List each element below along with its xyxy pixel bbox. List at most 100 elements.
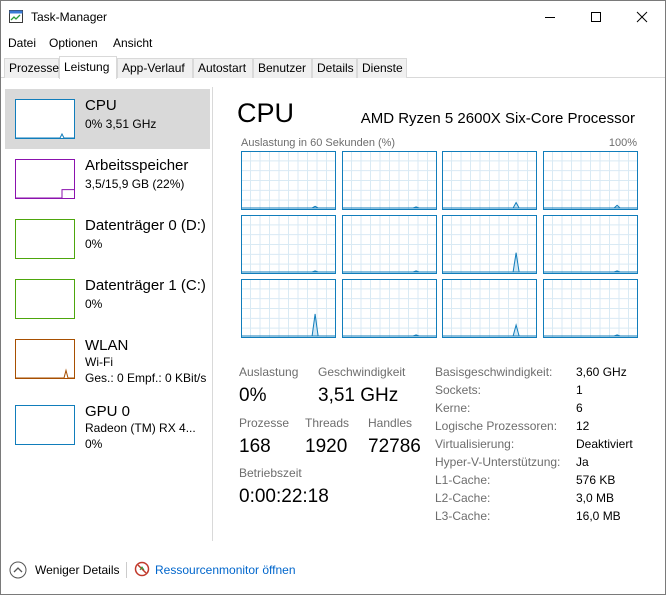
speed-value: 3,51 GHz xyxy=(318,385,399,406)
sidebar-item-detail: Radeon (TM) RX 4... xyxy=(85,421,196,435)
sidebar-item-title: Datenträger 0 (D:) xyxy=(85,217,206,234)
sidebar-item-gpu[interactable]: GPU 0 Radeon (TM) RX 4... 0% xyxy=(5,395,210,455)
core-graph xyxy=(341,151,437,210)
cpu-thumbnail-graph xyxy=(15,99,75,139)
spec-value: 12 xyxy=(576,419,590,433)
spec-value: 576 KB xyxy=(576,473,616,487)
task-manager-icon xyxy=(9,10,23,23)
uptime-label: Betriebszeit xyxy=(239,466,302,480)
uptime-value: 0:00:22:18 xyxy=(239,486,329,507)
core-graph xyxy=(341,279,437,338)
core-graph xyxy=(341,215,437,274)
memory-thumbnail-graph xyxy=(15,159,75,199)
sidebar-item-detail: 0% xyxy=(85,237,103,251)
spec-label: Logische Prozessoren: xyxy=(435,419,558,433)
sidebar-item-cpu[interactable]: CPU 0% 3,51 GHz xyxy=(5,89,210,149)
spec-value: Ja xyxy=(576,455,589,469)
close-button[interactable] xyxy=(619,1,665,33)
thumbnail-line xyxy=(16,189,74,198)
sidebar-item-title: WLAN xyxy=(85,337,129,354)
tab-dienste[interactable]: Dienste xyxy=(357,58,407,78)
threads-label: Threads xyxy=(305,416,350,430)
handles-value: 72786 xyxy=(368,436,421,457)
chart-caption: Auslastung in 60 Sekunden (%) xyxy=(241,137,396,149)
thumbnail-line xyxy=(16,368,74,378)
disk-0-thumbnail-graph xyxy=(15,219,75,259)
sidebar-item-detail: 0% 3,51 GHz xyxy=(85,117,157,131)
wlan-thumbnail-graph xyxy=(15,339,75,379)
sidebar-item-wlan[interactable]: WLAN Wi-Fi Ges.: 0 Empf.: 0 KBit/s xyxy=(5,329,210,389)
utilization-value: 0% xyxy=(239,385,267,406)
spec-label: L3-Cache: xyxy=(435,509,491,523)
sidebar-item-detail: 3,5/15,9 GB (22%) xyxy=(85,177,185,191)
close-icon xyxy=(636,11,648,23)
title-bar[interactable]: Task-Manager xyxy=(1,1,665,33)
thumbnail-line xyxy=(16,132,74,138)
tab-app-verlauf[interactable]: App-Verlauf xyxy=(117,58,193,78)
tab-leistung[interactable]: Leistung xyxy=(59,56,117,79)
maximize-icon xyxy=(591,12,601,22)
window-title: Task-Manager xyxy=(31,10,108,24)
utilization-label: Auslastung xyxy=(239,365,299,379)
minimize-icon xyxy=(545,17,555,18)
tab-benutzer[interactable]: Benutzer xyxy=(253,58,312,78)
gpu-thumbnail-graph xyxy=(15,405,75,445)
spec-label: Basisgeschwindigkeit: xyxy=(435,365,553,379)
disk-1-thumbnail-graph xyxy=(15,279,75,319)
menu-ansicht[interactable]: Ansicht xyxy=(113,36,152,50)
sidebar-item-disk-1[interactable]: Datenträger 1 (C:) 0% xyxy=(5,269,210,329)
page-title: CPU xyxy=(237,98,295,128)
spec-value: 1 xyxy=(576,383,583,397)
core-graph xyxy=(442,279,537,338)
sidebar-item-disk-0[interactable]: Datenträger 0 (D:) 0% xyxy=(5,209,210,269)
resource-sidebar: CPU 0% 3,51 GHz Arbeitsspeicher 3,5/15,9… xyxy=(1,87,213,541)
spec-label: Hyper-V-Unterstützung: xyxy=(435,455,561,469)
logical-processor-graphs xyxy=(241,151,639,339)
handles-label: Handles xyxy=(368,416,413,430)
spec-value: 16,0 MB xyxy=(576,509,621,523)
spec-label: Sockets: xyxy=(435,383,482,397)
tab-prozesse[interactable]: Prozesse xyxy=(4,58,59,78)
open-resource-monitor-link[interactable]: Ressourcenmonitor öffnen xyxy=(155,563,296,577)
minimize-button[interactable] xyxy=(527,1,573,33)
core-graph xyxy=(442,151,537,210)
menu-datei[interactable]: Datei xyxy=(8,36,36,50)
tab-autostart[interactable]: Autostart xyxy=(193,58,253,78)
core-graph xyxy=(241,279,336,338)
sidebar-item-detail: Wi-Fi xyxy=(85,355,113,369)
tab-details[interactable]: Details xyxy=(312,58,357,78)
maximize-button[interactable] xyxy=(573,1,619,33)
processes-label: Prozesse xyxy=(239,416,290,430)
sidebar-item-memory[interactable]: Arbeitsspeicher 3,5/15,9 GB (22%) xyxy=(5,149,210,209)
sidebar-item-usage: 0% xyxy=(85,437,103,451)
core-graph xyxy=(542,279,638,338)
footer: Weniger Details Ressourcenmonitor öffnen xyxy=(1,553,665,587)
sidebar-item-title: CPU xyxy=(85,97,117,114)
chart-max-label: 100% xyxy=(608,137,637,149)
sidebar-item-title: Datenträger 1 (C:) xyxy=(85,277,206,294)
resource-monitor-icon xyxy=(134,561,150,577)
spec-label: Kerne: xyxy=(435,401,471,415)
spec-label: L1-Cache: xyxy=(435,473,491,487)
spec-value: Deaktiviert xyxy=(576,437,633,451)
core-graph xyxy=(442,215,537,274)
spec-value: 6 xyxy=(576,401,583,415)
core-graph xyxy=(542,151,638,210)
core-graph xyxy=(241,151,336,210)
tab-bar: Prozesse Leistung App-Verlauf Autostart … xyxy=(1,56,665,79)
spec-value: 3,60 GHz xyxy=(576,365,627,379)
spec-value: 3,0 MB xyxy=(576,491,615,505)
chevron-up-icon[interactable] xyxy=(9,561,27,579)
core-graph xyxy=(241,215,336,274)
processes-value: 168 xyxy=(239,436,271,457)
sidebar-item-title: Arbeitsspeicher xyxy=(85,157,189,174)
core-graph xyxy=(542,215,638,274)
sidebar-item-throughput: Ges.: 0 Empf.: 0 KBit/s xyxy=(85,371,207,385)
menu-optionen[interactable]: Optionen xyxy=(49,36,98,50)
processor-name: AMD Ryzen 5 2600X Six-Core Processor xyxy=(360,110,635,127)
fewer-details-link[interactable]: Weniger Details xyxy=(35,563,119,577)
speed-label: Geschwindigkeit xyxy=(318,365,406,379)
task-manager-window: Task-Manager Datei Optionen Ansicht Proz… xyxy=(0,0,666,595)
sidebar-item-title: GPU 0 xyxy=(85,403,131,420)
sidebar-item-detail: 0% xyxy=(85,297,103,311)
